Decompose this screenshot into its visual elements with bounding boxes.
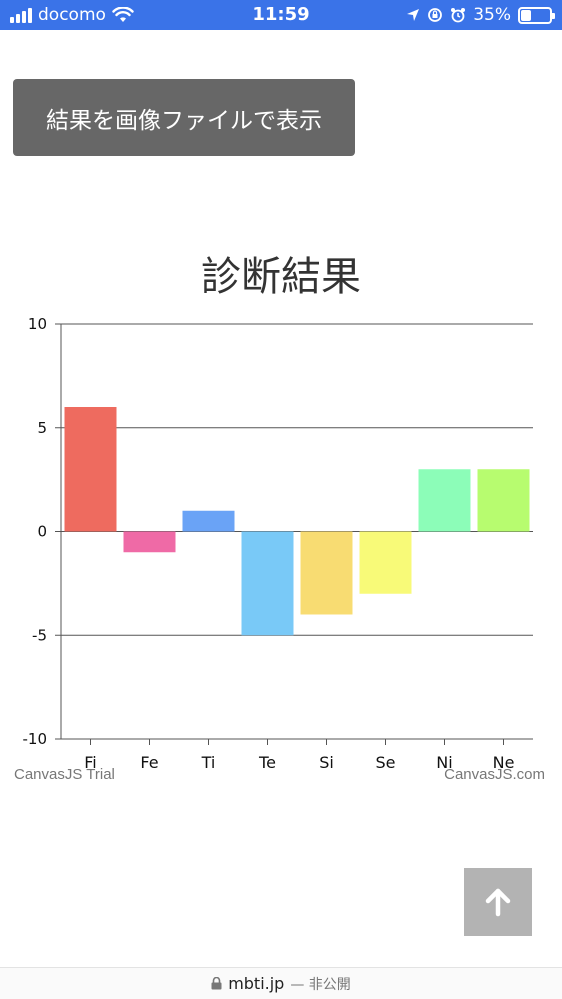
battery-level [521, 9, 531, 21]
x-tick-label: Ti [201, 753, 216, 772]
y-tick-label: -5 [32, 626, 47, 644]
scroll-top-button[interactable] [464, 868, 532, 936]
bar-chart: 1050-5-10Fi Fe Ti Te Si Se Ni Ne [23, 315, 533, 772]
chart-title: 診断結果 [201, 254, 361, 300]
bar-se[interactable] [359, 531, 412, 594]
y-tick-label: 10 [28, 315, 47, 333]
canvasjs-trial-watermark: CanvasJS Trial [14, 766, 115, 783]
bar-ne[interactable] [477, 469, 530, 532]
bar-fi[interactable] [64, 407, 117, 532]
canvasjs-link[interactable]: CanvasJS.com [444, 766, 545, 783]
y-tick-label: 0 [37, 523, 47, 541]
y-tick-label: -10 [23, 730, 48, 748]
bar-fe[interactable] [123, 531, 176, 553]
y-tick-label: 5 [37, 419, 47, 437]
x-tick-label: Te [258, 753, 276, 772]
battery-icon [518, 6, 555, 24]
x-tick-label: Si [319, 753, 334, 772]
lock-icon [211, 977, 222, 990]
url-privacy-note: — 非公開 [290, 976, 351, 993]
bar-te[interactable] [241, 531, 294, 636]
alarm-icon [451, 8, 466, 23]
bar-ni[interactable] [418, 469, 471, 532]
x-tick-label: Fe [140, 753, 158, 772]
show-result-image-button[interactable]: 結果を画像ファイルで表示 [13, 79, 355, 156]
bar-si[interactable] [300, 531, 353, 615]
orientation-lock-icon [428, 8, 443, 22]
url-domain[interactable]: mbti.jp [228, 974, 284, 993]
x-tick-label: Se [376, 753, 396, 772]
url-bar: mbti.jp — 非公開 [0, 967, 562, 999]
bar-ti[interactable] [182, 510, 235, 532]
arrow-up-icon [485, 888, 511, 917]
status-bar: docomo 11:59 35% [0, 0, 562, 30]
status-right: 35% [406, 0, 555, 30]
location-arrow-icon [407, 9, 420, 21]
battery-percent: 35% [473, 5, 511, 25]
